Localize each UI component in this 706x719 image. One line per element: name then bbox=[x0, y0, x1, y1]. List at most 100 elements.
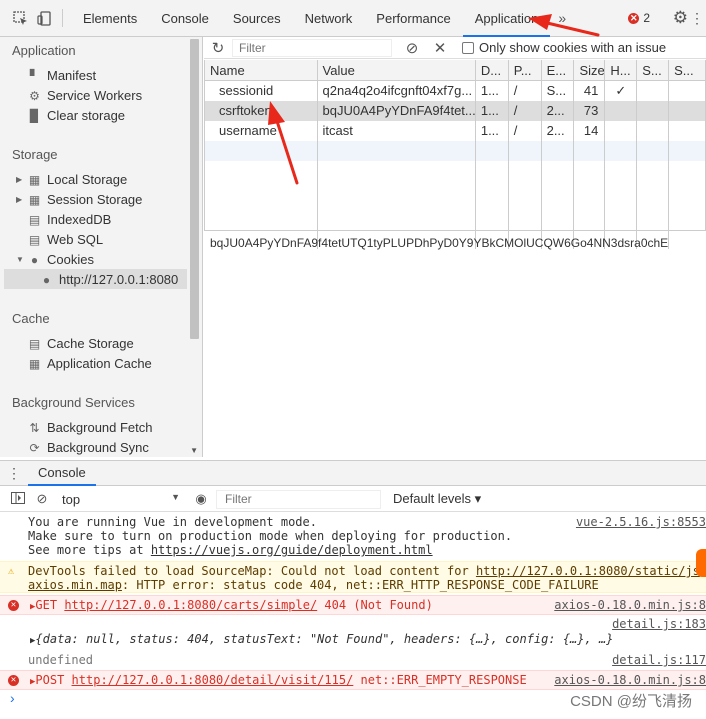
source-link[interactable]: axios-0.18.0.min.js:8 bbox=[554, 673, 706, 687]
sidebar-toggle-icon[interactable] bbox=[6, 491, 30, 507]
column-header[interactable]: P... bbox=[509, 60, 542, 80]
vue-docs-link[interactable]: https://vuejs.org/guide/deployment.html bbox=[151, 543, 433, 557]
source-link[interactable]: axios-0.18.0.min.js:8 bbox=[554, 598, 706, 612]
cookie-domain: 1... bbox=[476, 121, 509, 141]
refresh-icon[interactable]: ↻ bbox=[204, 39, 232, 57]
empty-cell bbox=[669, 161, 705, 249]
error-icon: ✕ bbox=[8, 598, 19, 612]
only-issue-label: Only show cookies with an issue bbox=[479, 40, 667, 55]
scroll-down-arrow-icon[interactable]: ▼ bbox=[190, 446, 198, 455]
tab-network[interactable]: Network bbox=[293, 0, 365, 37]
axios-map-link[interactable]: axios.min.map bbox=[28, 578, 122, 592]
column-header[interactable]: D... bbox=[476, 60, 509, 80]
sidebar-item-cookies[interactable]: ● Cookies bbox=[28, 250, 94, 270]
source-link[interactable]: detail.js:183 bbox=[612, 617, 706, 631]
sidebar-item-indexeddb[interactable]: ▤ IndexedDB bbox=[28, 210, 112, 230]
column-header[interactable]: E... bbox=[542, 60, 575, 80]
selected-cookie-value: bqJU0A4PyYDnFA9f4tetUTQ1tyPLUPDhPyD0Y9YB… bbox=[210, 236, 669, 250]
settings-gear-icon[interactable]: ⚙ bbox=[673, 8, 688, 28]
tab-application[interactable]: Application bbox=[462, 0, 551, 37]
sidebar-item-cookie-origin[interactable]: ● http://127.0.0.1:8080 bbox=[40, 270, 178, 290]
tab-sources[interactable]: Sources bbox=[221, 0, 293, 37]
only-issue-checkbox[interactable]: Only show cookies with an issue bbox=[462, 40, 666, 55]
context-selector[interactable]: top ▼ bbox=[54, 492, 186, 507]
live-expression-eye-icon[interactable]: ◉ bbox=[186, 491, 216, 507]
clear-console-icon[interactable]: ⊘ bbox=[30, 491, 54, 507]
column-header[interactable]: H... bbox=[605, 60, 638, 80]
table-row[interactable]: csrftoken bqJU0A4PyYDnFA9f4tet... 1... /… bbox=[205, 101, 705, 121]
section-storage: Storage bbox=[12, 147, 58, 162]
inspect-element-icon[interactable] bbox=[8, 6, 32, 30]
console-filter-input[interactable] bbox=[216, 489, 381, 509]
sidebar-item-service-workers[interactable]: ⚙ Service Workers bbox=[28, 86, 142, 106]
sidebar-item-label: Background Fetch bbox=[47, 420, 153, 435]
cookie-filter-input[interactable] bbox=[232, 38, 392, 57]
drawer-menu-icon[interactable]: ⋮ bbox=[0, 465, 28, 482]
message-line[interactable]: ▶{data: null, status: 404, statusText: "… bbox=[0, 617, 706, 648]
more-options-icon[interactable]: ⋮ bbox=[690, 10, 704, 27]
cookie-httponly: ✓ bbox=[605, 81, 638, 101]
error-count-badge[interactable]: ✕ 2 bbox=[628, 11, 650, 25]
checkbox[interactable] bbox=[462, 41, 474, 54]
request-url-link[interactable]: http://127.0.0.1:8080/carts/simple/ bbox=[64, 598, 317, 612]
table-row[interactable]: username itcast 1... / 2... 14 bbox=[205, 121, 705, 141]
expand-arrow-icon[interactable]: ▶ bbox=[16, 175, 22, 184]
empty-cell bbox=[574, 141, 606, 161]
console-toolbar: ⊘ top ▼ ◉ Default levels ▾ bbox=[0, 487, 706, 512]
collapse-arrow-icon[interactable]: ▼ bbox=[16, 255, 24, 264]
table-row[interactable]: sessionid q2na4q2o4ifcgnft04xf7g... 1...… bbox=[205, 81, 705, 101]
floating-widget[interactable] bbox=[696, 549, 706, 577]
cookie-icon: ● bbox=[42, 273, 51, 287]
column-header[interactable]: Value bbox=[318, 60, 476, 80]
cookie-path: / bbox=[509, 81, 542, 101]
source-link[interactable]: vue-2.5.16.js:8553 bbox=[576, 515, 706, 529]
message-line: Make sure to turn on production mode whe… bbox=[28, 529, 513, 543]
column-header[interactable]: Size bbox=[574, 60, 606, 80]
cookie-domain: 1... bbox=[476, 101, 509, 121]
column-header[interactable]: Name bbox=[205, 60, 318, 80]
sidebar-item-background-sync[interactable]: ⟳ Background Sync bbox=[28, 438, 148, 457]
sidebar-item-label: Cache Storage bbox=[47, 336, 134, 351]
sourcemap-link[interactable]: http://127.0.0.1:8080/static/js bbox=[476, 564, 700, 578]
tab-performance[interactable]: Performance bbox=[364, 0, 462, 37]
console-message-vue: You are running Vue in development mode.… bbox=[0, 515, 706, 559]
console-prompt[interactable]: › bbox=[10, 690, 15, 706]
trash-icon: ▉ bbox=[29, 109, 40, 123]
sidebar-item-clear-storage[interactable]: ▉ Clear storage bbox=[28, 106, 125, 126]
tab-console[interactable]: Console bbox=[149, 0, 221, 37]
column-header[interactable]: S... bbox=[669, 60, 705, 80]
tab-elements[interactable]: Elements bbox=[71, 0, 149, 37]
document-icon: ▘ bbox=[29, 69, 40, 83]
sidebar-item-cache-storage[interactable]: ▤ Cache Storage bbox=[28, 334, 134, 354]
cookie-toolbar: ↻ ⊘ ✕ Only show cookies with an issue bbox=[204, 37, 706, 59]
message-line: undefined bbox=[28, 653, 94, 667]
sidebar-item-label: Application Cache bbox=[47, 356, 152, 371]
request-url-link[interactable]: http://127.0.0.1:8080/detail/visit/115/ bbox=[72, 673, 354, 687]
cookie-name: sessionid bbox=[205, 81, 318, 101]
clear-icon[interactable]: ✕ bbox=[426, 39, 454, 57]
sidebar-item-session-storage[interactable]: ▦ Session Storage bbox=[28, 190, 143, 210]
sidebar-scrollbar[interactable] bbox=[190, 39, 199, 339]
more-tabs-button[interactable]: » bbox=[550, 10, 572, 26]
sidebar-item-manifest[interactable]: ▘ Manifest bbox=[28, 66, 96, 86]
expand-arrow-icon[interactable]: ▶ bbox=[16, 195, 22, 204]
sidebar-item-web-sql[interactable]: ▤ Web SQL bbox=[28, 230, 103, 250]
column-header[interactable]: S... bbox=[637, 60, 670, 80]
log-levels-dropdown[interactable]: Default levels ▾ bbox=[393, 491, 481, 507]
database-icon: ▤ bbox=[28, 233, 41, 247]
source-link[interactable]: detail.js:117 bbox=[612, 653, 706, 667]
error-count: 2 bbox=[643, 11, 650, 25]
error-icon: ✕ bbox=[8, 673, 19, 687]
empty-cell bbox=[637, 141, 670, 161]
sidebar-item-application-cache[interactable]: ▦ Application Cache bbox=[28, 354, 152, 374]
device-toolbar-icon[interactable] bbox=[32, 6, 56, 30]
sidebar-item-background-fetch[interactable]: ⇅ Background Fetch bbox=[28, 418, 153, 438]
drawer-tab-console[interactable]: Console bbox=[28, 460, 96, 486]
cookie-size: 73 bbox=[574, 101, 606, 121]
empty-cell bbox=[509, 141, 542, 161]
gear-icon: ⚙ bbox=[29, 89, 40, 103]
object-preview: {data: null, status: 404, statusText: "N… bbox=[35, 632, 614, 646]
block-icon[interactable]: ⊘ bbox=[398, 39, 426, 57]
sidebar-item-local-storage[interactable]: ▦ Local Storage bbox=[28, 170, 127, 190]
request-status: 404 (Not Found) bbox=[317, 598, 433, 612]
